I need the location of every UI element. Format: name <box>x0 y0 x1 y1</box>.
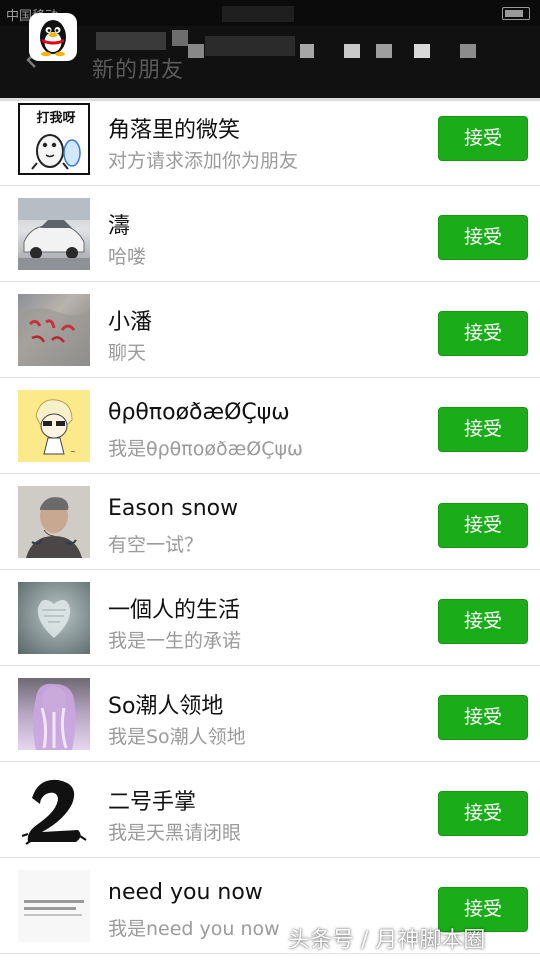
friend-name: θρθποøðæØÇψω <box>108 400 290 425</box>
page-title: 新的朋友 <box>92 58 185 83</box>
accept-button[interactable]: 接受 <box>438 311 528 356</box>
accept-button[interactable]: 接受 <box>438 791 528 836</box>
watermark-text: 头条号 / 月神脚本圈 <box>288 928 486 953</box>
friend-name: Eason snow <box>108 496 239 521</box>
list-item: Eason snow 有空一试？ 接受 <box>0 474 540 570</box>
friend-name: 角落里的微笑 <box>108 118 241 143</box>
request-message: 对方请求添加你为朋友 <box>108 150 299 172</box>
request-message: 哈喽 <box>108 246 147 268</box>
svg-text:~: ~ <box>70 448 76 456</box>
list-item: 打我呀 角落里的微笑 对方请求添加你为朋友 接受 <box>0 101 540 186</box>
list-item: 二号手掌 我是天黑请闭眼 接受 <box>0 762 540 858</box>
friend-name: 小潘 <box>108 310 153 335</box>
status-bar: 中国移动 12:53 <box>0 0 540 26</box>
friend-name: 濤 <box>108 214 131 239</box>
request-message: 聊天 <box>108 342 147 364</box>
friend-name: So潮人领地 <box>108 694 224 719</box>
list-item: ~ θρθποøðæØÇψω 我是θρθποøðæØÇψω 接受 <box>0 378 540 474</box>
friend-name: 二号手掌 <box>108 790 197 815</box>
nav-header: 新的朋友 <box>0 26 540 98</box>
avatar[interactable] <box>18 774 90 846</box>
request-message: 我是need you now <box>108 918 280 940</box>
list-item: 小潘 聊天 接受 <box>0 282 540 378</box>
list-item: 濤 哈喽 接受 <box>0 186 540 282</box>
accept-button[interactable]: 接受 <box>438 407 528 452</box>
accept-button[interactable]: 接受 <box>438 503 528 548</box>
avatar[interactable] <box>18 486 90 558</box>
battery-icon <box>502 7 530 20</box>
qq-logo <box>29 13 77 61</box>
accept-button[interactable]: 接受 <box>438 215 528 260</box>
avatar-caption: 打我呀 <box>36 110 75 126</box>
avatar[interactable] <box>18 870 90 942</box>
request-message: 我是θρθποøðæØÇψω <box>108 438 303 460</box>
request-message: 我是天黑请闭眼 <box>108 822 242 844</box>
accept-button[interactable]: 接受 <box>438 695 528 740</box>
avatar[interactable]: ~ <box>18 390 90 462</box>
friend-name: 一個人的生活 <box>108 598 241 623</box>
avatar[interactable]: 打我呀 <box>18 103 90 175</box>
avatar[interactable] <box>18 294 90 366</box>
accept-button[interactable]: 接受 <box>438 599 528 644</box>
request-message: 我是一生的承诺 <box>108 630 242 652</box>
list-item: 一個人的生活 我是一生的承诺 接受 <box>0 570 540 666</box>
list-item: So潮人领地 我是So潮人领地 接受 <box>0 666 540 762</box>
clock: 12:53 <box>248 5 286 20</box>
accept-button[interactable]: 接受 <box>438 116 528 161</box>
avatar[interactable] <box>18 678 90 750</box>
friend-request-list: 打我呀 角落里的微笑 对方请求添加你为朋友 接受 濤 哈喽 接受 小潘 聊天 接… <box>0 101 540 954</box>
friend-name: need you now <box>108 880 263 905</box>
qq-penguin-icon <box>40 20 66 57</box>
request-message: 我是So潮人领地 <box>108 726 246 748</box>
avatar[interactable] <box>18 198 90 270</box>
request-message: 有空一试？ <box>108 534 204 556</box>
avatar[interactable] <box>18 582 90 654</box>
